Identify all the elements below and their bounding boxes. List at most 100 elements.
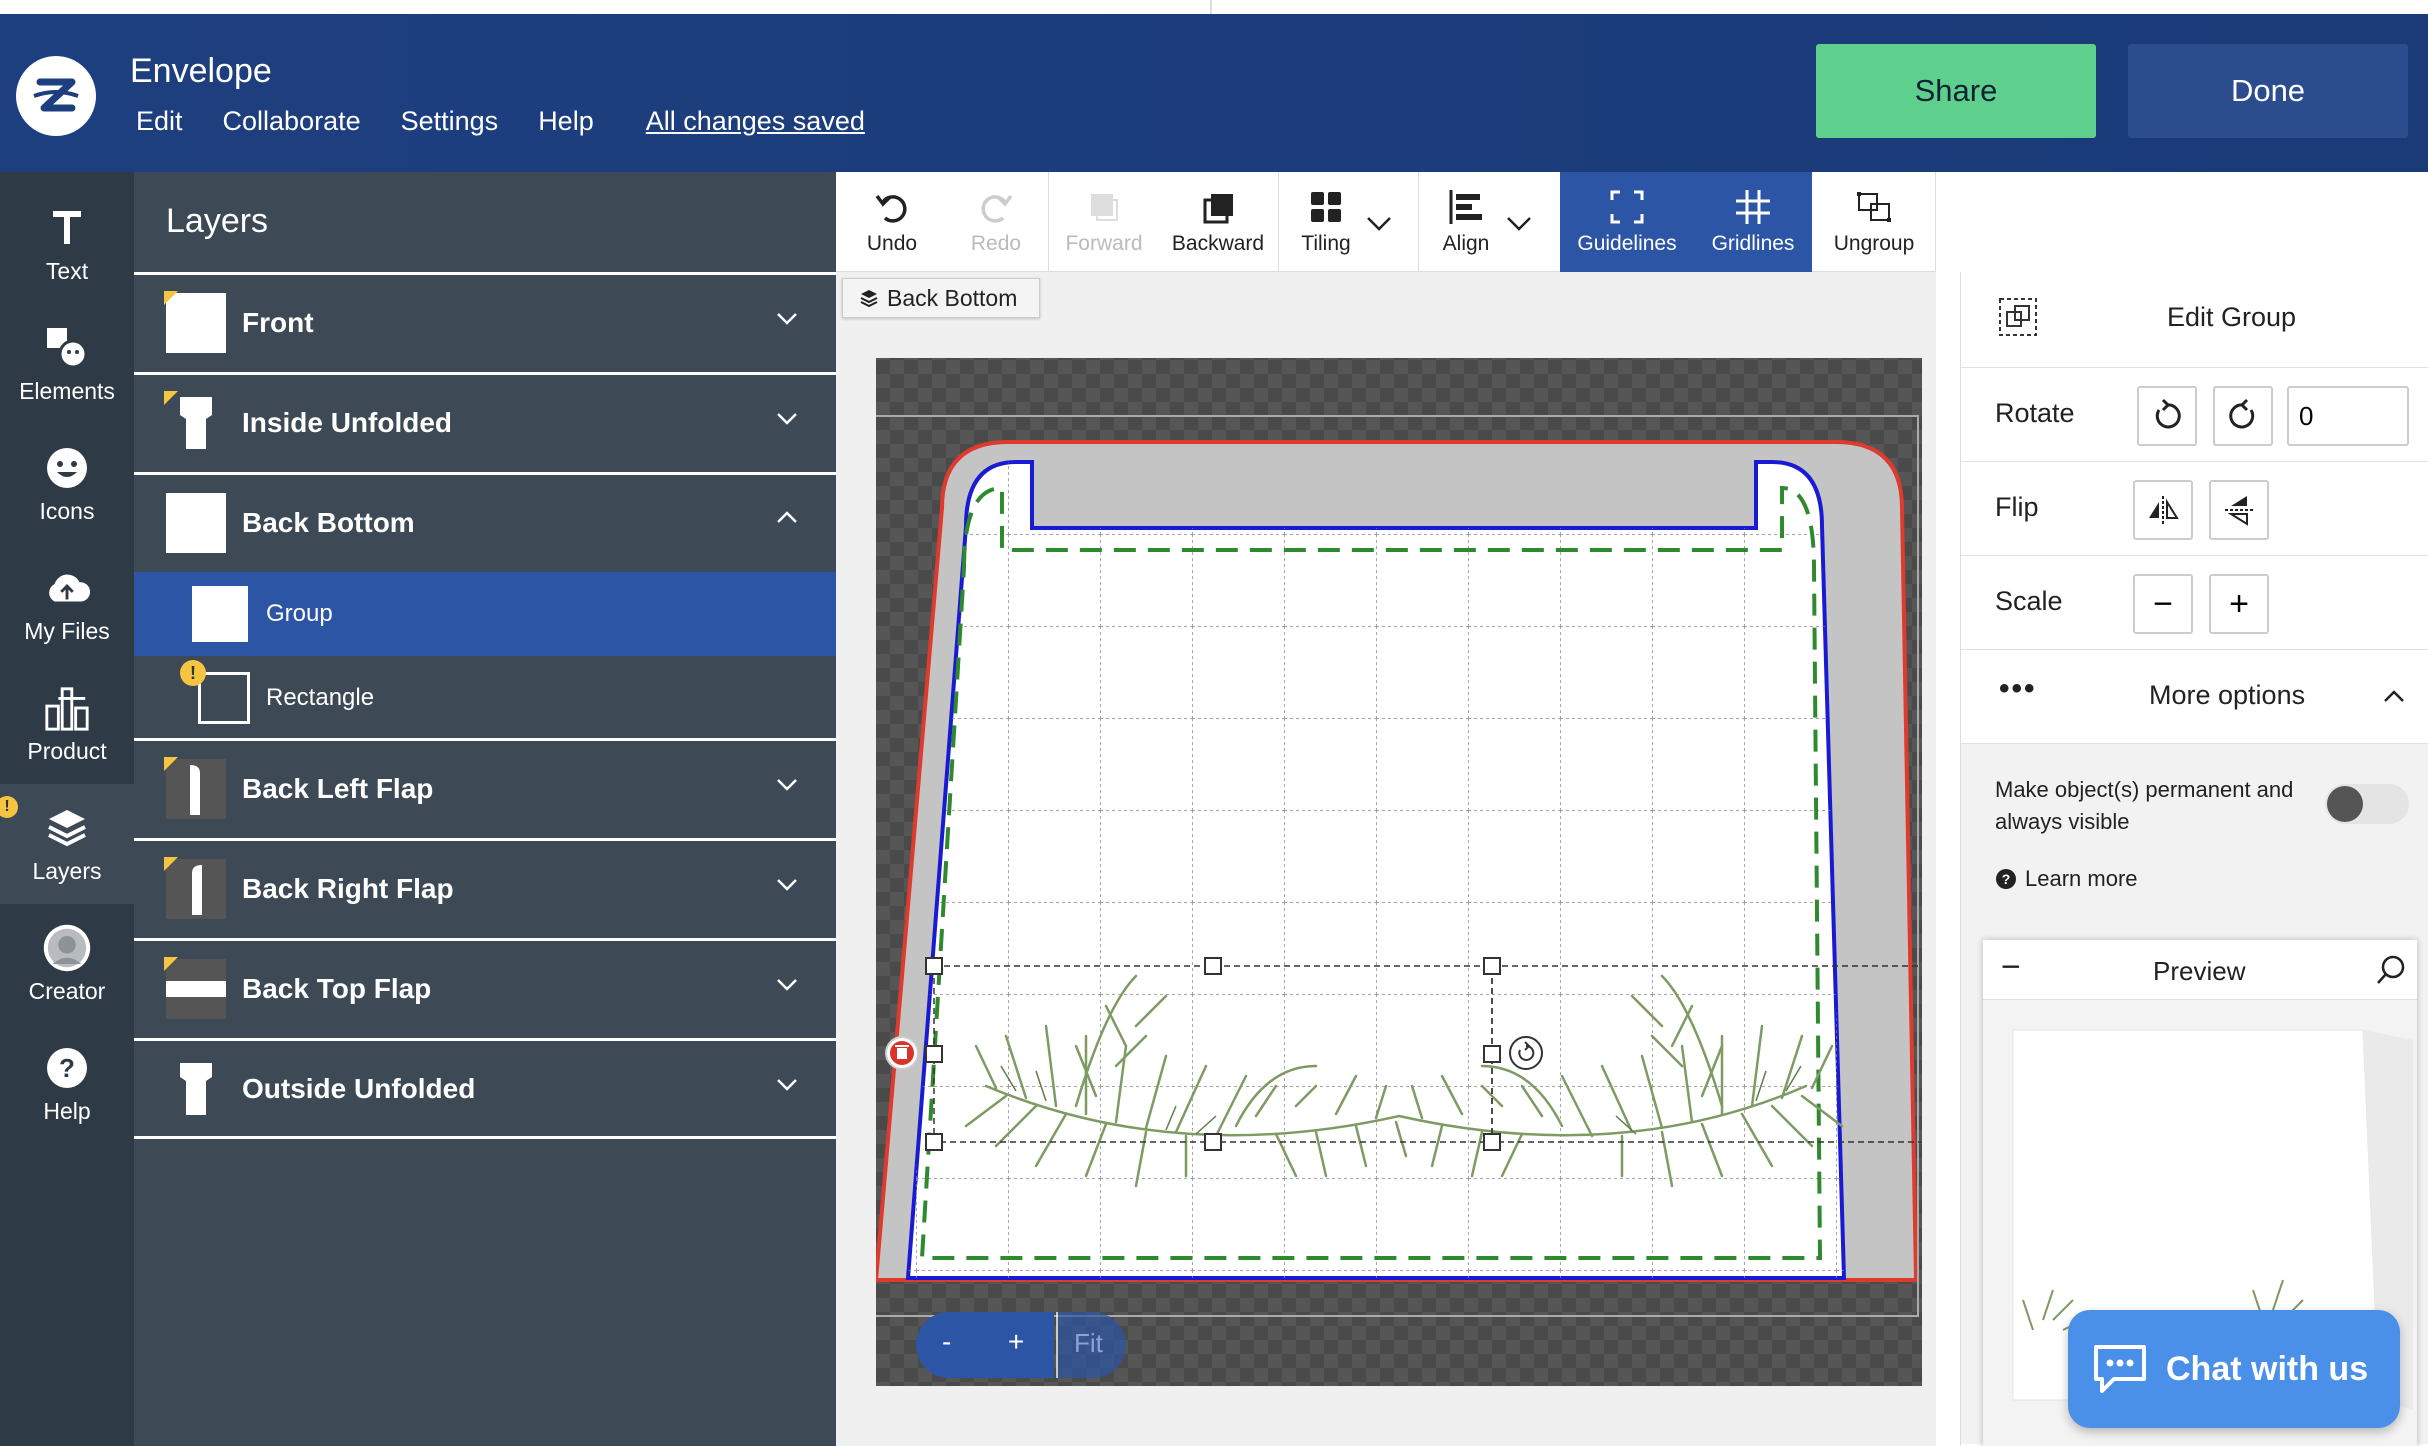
chevron-down-icon[interactable] bbox=[774, 871, 800, 897]
svg-text:?: ? bbox=[2002, 871, 2011, 887]
learn-more-link[interactable]: ? Learn more bbox=[1995, 866, 2138, 892]
guidelines-icon bbox=[1610, 190, 1644, 224]
done-button[interactable]: Done bbox=[2128, 44, 2408, 138]
chevron-down-icon[interactable] bbox=[774, 405, 800, 431]
rail-label: Icons bbox=[39, 497, 95, 524]
tool-label: Backward bbox=[1171, 232, 1265, 255]
layer-sub-row-group[interactable]: Group bbox=[134, 572, 836, 656]
scale-up-button[interactable]: + bbox=[2209, 574, 2269, 634]
layer-thumbnail bbox=[164, 757, 226, 819]
rail-item-creator[interactable]: Creator bbox=[0, 904, 134, 1024]
rail-item-layers[interactable]: ! Layers bbox=[0, 784, 134, 904]
rotate-right-icon bbox=[2229, 398, 2255, 429]
rail-label: Elements bbox=[19, 377, 115, 404]
tool-label: Undo bbox=[866, 232, 918, 255]
rail-item-elements[interactable]: Elements bbox=[0, 304, 134, 424]
preview-header: − Preview bbox=[1983, 940, 2417, 1000]
header-bar: Envelope Edit Collaborate Settings Help … bbox=[0, 14, 2428, 172]
align-dropdown-icon[interactable] bbox=[1504, 208, 1534, 238]
backward-button[interactable]: Backward bbox=[1158, 172, 1278, 272]
layer-thumbnail bbox=[164, 291, 226, 353]
gridlines-icon bbox=[1736, 190, 1770, 224]
ungroup-button[interactable]: Ungroup bbox=[1812, 172, 1936, 272]
layer-row-back-top-flap[interactable]: Back Top Flap bbox=[134, 938, 836, 1036]
tiling-icon bbox=[1311, 192, 1341, 222]
gridlines-toggle[interactable]: Gridlines bbox=[1694, 172, 1812, 272]
layer-row-inside-unfolded[interactable]: Inside Unfolded bbox=[134, 372, 836, 470]
zoom-search-icon[interactable] bbox=[2375, 954, 2407, 986]
layer-row-front[interactable]: Front bbox=[134, 272, 836, 370]
toolbar: Undo Redo Forward Backward Tiling Align bbox=[836, 172, 1936, 272]
chevron-down-icon[interactable] bbox=[774, 1071, 800, 1097]
chevron-up-icon[interactable] bbox=[774, 505, 800, 531]
tool-label: Tiling bbox=[1301, 232, 1351, 255]
delete-icon[interactable] bbox=[885, 1036, 919, 1070]
menu-settings[interactable]: Settings bbox=[401, 106, 499, 137]
scale-down-button[interactable]: − bbox=[2133, 574, 2193, 634]
rail-item-text[interactable]: Text bbox=[0, 184, 134, 304]
tool-label: Align bbox=[1442, 232, 1490, 255]
permanent-text: Make object(s) permanent and always visi… bbox=[1995, 777, 2294, 834]
send-backward-icon bbox=[1203, 194, 1233, 224]
rotate-cw-button[interactable] bbox=[2213, 386, 2273, 446]
tiling-dropdown-icon[interactable] bbox=[1364, 208, 1394, 238]
flip-vertical-button[interactable] bbox=[2209, 480, 2269, 540]
rail-item-icons[interactable]: Icons bbox=[0, 424, 134, 544]
zoom-fit-button[interactable]: Fit bbox=[1074, 1328, 1103, 1359]
layer-name: Inside Unfolded bbox=[242, 407, 452, 438]
layer-name: Group bbox=[266, 600, 333, 627]
zoom-out-button[interactable]: - bbox=[942, 1326, 951, 1358]
main-menu: Edit Collaborate Settings Help All chang… bbox=[136, 106, 865, 137]
left-rail: Text Elements Icons My Files Product ! L… bbox=[0, 172, 134, 1446]
guidelines-toggle[interactable]: Guidelines bbox=[1560, 172, 1694, 272]
forward-button[interactable]: Forward bbox=[1050, 172, 1158, 272]
zoom-in-button[interactable]: + bbox=[1008, 1326, 1024, 1358]
document-title: Envelope bbox=[130, 52, 272, 90]
layer-row-back-bottom[interactable]: Back Bottom bbox=[134, 472, 836, 570]
rail-item-product[interactable]: Product bbox=[0, 664, 134, 784]
rail-label: Help bbox=[43, 1097, 91, 1124]
scale-row: Scale − + bbox=[1961, 556, 2428, 650]
layers-icon bbox=[860, 290, 878, 308]
flip-label: Flip bbox=[1995, 492, 2039, 522]
more-options-row[interactable]: ••• More options bbox=[1961, 650, 2428, 744]
chevron-down-icon[interactable] bbox=[774, 771, 800, 797]
layers-title: Layers bbox=[166, 202, 269, 240]
save-status-link[interactable]: All changes saved bbox=[646, 106, 865, 137]
tiling-button[interactable]: Tiling bbox=[1280, 172, 1372, 272]
layer-name: Front bbox=[242, 307, 314, 338]
rotate-handle-icon[interactable] bbox=[1509, 1036, 1543, 1070]
flip-horizontal-button[interactable] bbox=[2133, 480, 2193, 540]
permanent-toggle[interactable] bbox=[2325, 784, 2409, 824]
tool-label: Redo bbox=[970, 232, 1022, 255]
rotate-ccw-button[interactable] bbox=[2137, 386, 2197, 446]
layer-row-back-left-flap[interactable]: Back Left Flap bbox=[134, 738, 836, 836]
chat-label: Chat with us bbox=[2166, 1349, 2369, 1388]
undo-button[interactable]: Undo bbox=[836, 172, 948, 272]
chevron-down-icon[interactable] bbox=[774, 971, 800, 997]
preview-collapse-button[interactable]: − bbox=[2001, 948, 2021, 987]
rotate-angle-input[interactable]: 0 bbox=[2287, 386, 2409, 446]
layer-sub-row-rectangle[interactable]: ! Rectangle bbox=[134, 656, 836, 740]
help-icon: ? bbox=[43, 1044, 91, 1092]
chevron-down-icon[interactable] bbox=[774, 305, 800, 331]
tool-label: Gridlines bbox=[1711, 232, 1795, 255]
chat-with-us-button[interactable]: Chat with us bbox=[2068, 1310, 2400, 1428]
redo-button[interactable]: Redo bbox=[948, 172, 1044, 272]
rail-item-help[interactable]: ? Help bbox=[0, 1024, 134, 1144]
rail-item-my-files[interactable]: My Files bbox=[0, 544, 134, 664]
align-button[interactable]: Align bbox=[1420, 172, 1512, 272]
menu-collaborate[interactable]: Collaborate bbox=[223, 106, 361, 137]
undo-icon bbox=[875, 194, 907, 223]
menu-edit[interactable]: Edit bbox=[136, 106, 183, 137]
menu-help[interactable]: Help bbox=[538, 106, 594, 137]
redo-icon bbox=[981, 194, 1013, 223]
current-layer-label: Back Bottom bbox=[842, 278, 1040, 318]
share-button[interactable]: Share bbox=[1816, 44, 2096, 138]
tool-label: Ungroup bbox=[1833, 232, 1915, 255]
layer-row-outside-unfolded[interactable]: Outside Unfolded bbox=[134, 1038, 836, 1139]
zazzle-logo[interactable] bbox=[16, 56, 96, 136]
envelope-canvas[interactable]: ! bbox=[876, 346, 1922, 1386]
layer-row-back-right-flap[interactable]: Back Right Flap bbox=[134, 838, 836, 936]
align-icon bbox=[1449, 190, 1482, 224]
